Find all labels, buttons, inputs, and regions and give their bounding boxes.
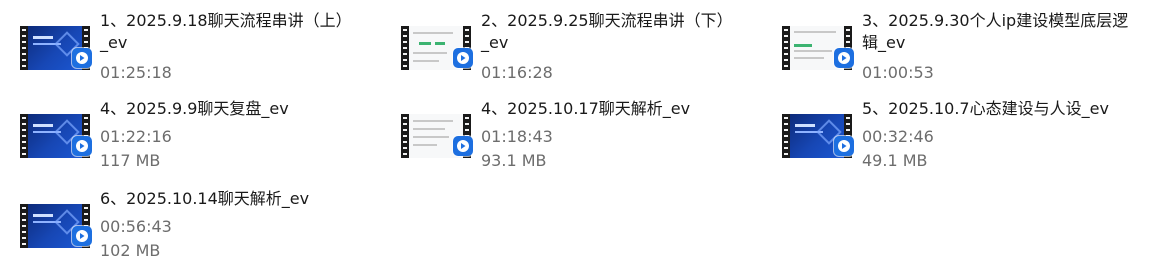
video-player-app-icon [834, 48, 854, 68]
video-thumbnail-icon [782, 26, 854, 70]
video-player-app-icon [453, 48, 473, 68]
file-duration: 01:25:18 [100, 63, 172, 82]
file-item[interactable]: 4、2025.10.17聊天解析_ev 01:18:43 93.1 MB [381, 96, 751, 180]
file-name: 6、2025.10.14聊天解析_ev [100, 189, 310, 208]
file-size: 117 MB [100, 151, 161, 170]
file-duration: 01:00:53 [862, 63, 934, 82]
file-name: 5、2025.10.7心态建设与人设_ev [862, 99, 1109, 118]
file-item[interactable]: 1、2025.9.18聊天流程串讲（上）_ev 01:25:18 [0, 0, 370, 84]
file-duration: 00:32:46 [862, 127, 934, 146]
file-item[interactable]: 4、2025.9.9聊天复盘_ev 01:22:16 117 MB [0, 96, 370, 180]
file-item[interactable]: 2、2025.9.25聊天流程串讲（下）_ev 01:16:28 [381, 0, 751, 84]
video-thumbnail-icon [401, 114, 473, 158]
video-player-app-icon [72, 48, 92, 68]
video-player-app-icon [834, 136, 854, 156]
file-name: 1、2025.9.18聊天流程串讲（上）_ev [100, 11, 352, 52]
file-name: 2、2025.9.25聊天流程串讲（下）_ev [481, 11, 733, 52]
file-item[interactable]: 6、2025.10.14聊天解析_ev 00:56:43 102 MB [0, 186, 370, 270]
file-size: 93.1 MB [481, 151, 547, 170]
file-item[interactable]: 5、2025.10.7心态建设与人设_ev 00:32:46 49.1 MB [762, 96, 1132, 180]
file-duration: 01:22:16 [100, 127, 172, 146]
file-duration: 01:16:28 [481, 63, 553, 82]
file-duration: 00:56:43 [100, 217, 172, 236]
file-size: 102 MB [100, 241, 161, 260]
video-player-app-icon [72, 136, 92, 156]
file-duration: 01:18:43 [481, 127, 553, 146]
video-thumbnail-icon [401, 26, 473, 70]
video-player-app-icon [72, 226, 92, 246]
file-size: 49.1 MB [862, 151, 928, 170]
file-name: 4、2025.9.9聊天复盘_ev [100, 99, 289, 118]
file-name: 4、2025.10.17聊天解析_ev [481, 99, 691, 118]
video-thumbnail-icon [20, 26, 92, 70]
file-item[interactable]: 3、2025.9.30个人ip建设模型底层逻辑_ev 01:00:53 [762, 0, 1132, 84]
video-thumbnail-icon [20, 204, 92, 248]
file-name: 3、2025.9.30个人ip建设模型底层逻辑_ev [862, 11, 1129, 52]
video-thumbnail-icon [20, 114, 92, 158]
video-player-app-icon [453, 136, 473, 156]
video-thumbnail-icon [782, 114, 854, 158]
